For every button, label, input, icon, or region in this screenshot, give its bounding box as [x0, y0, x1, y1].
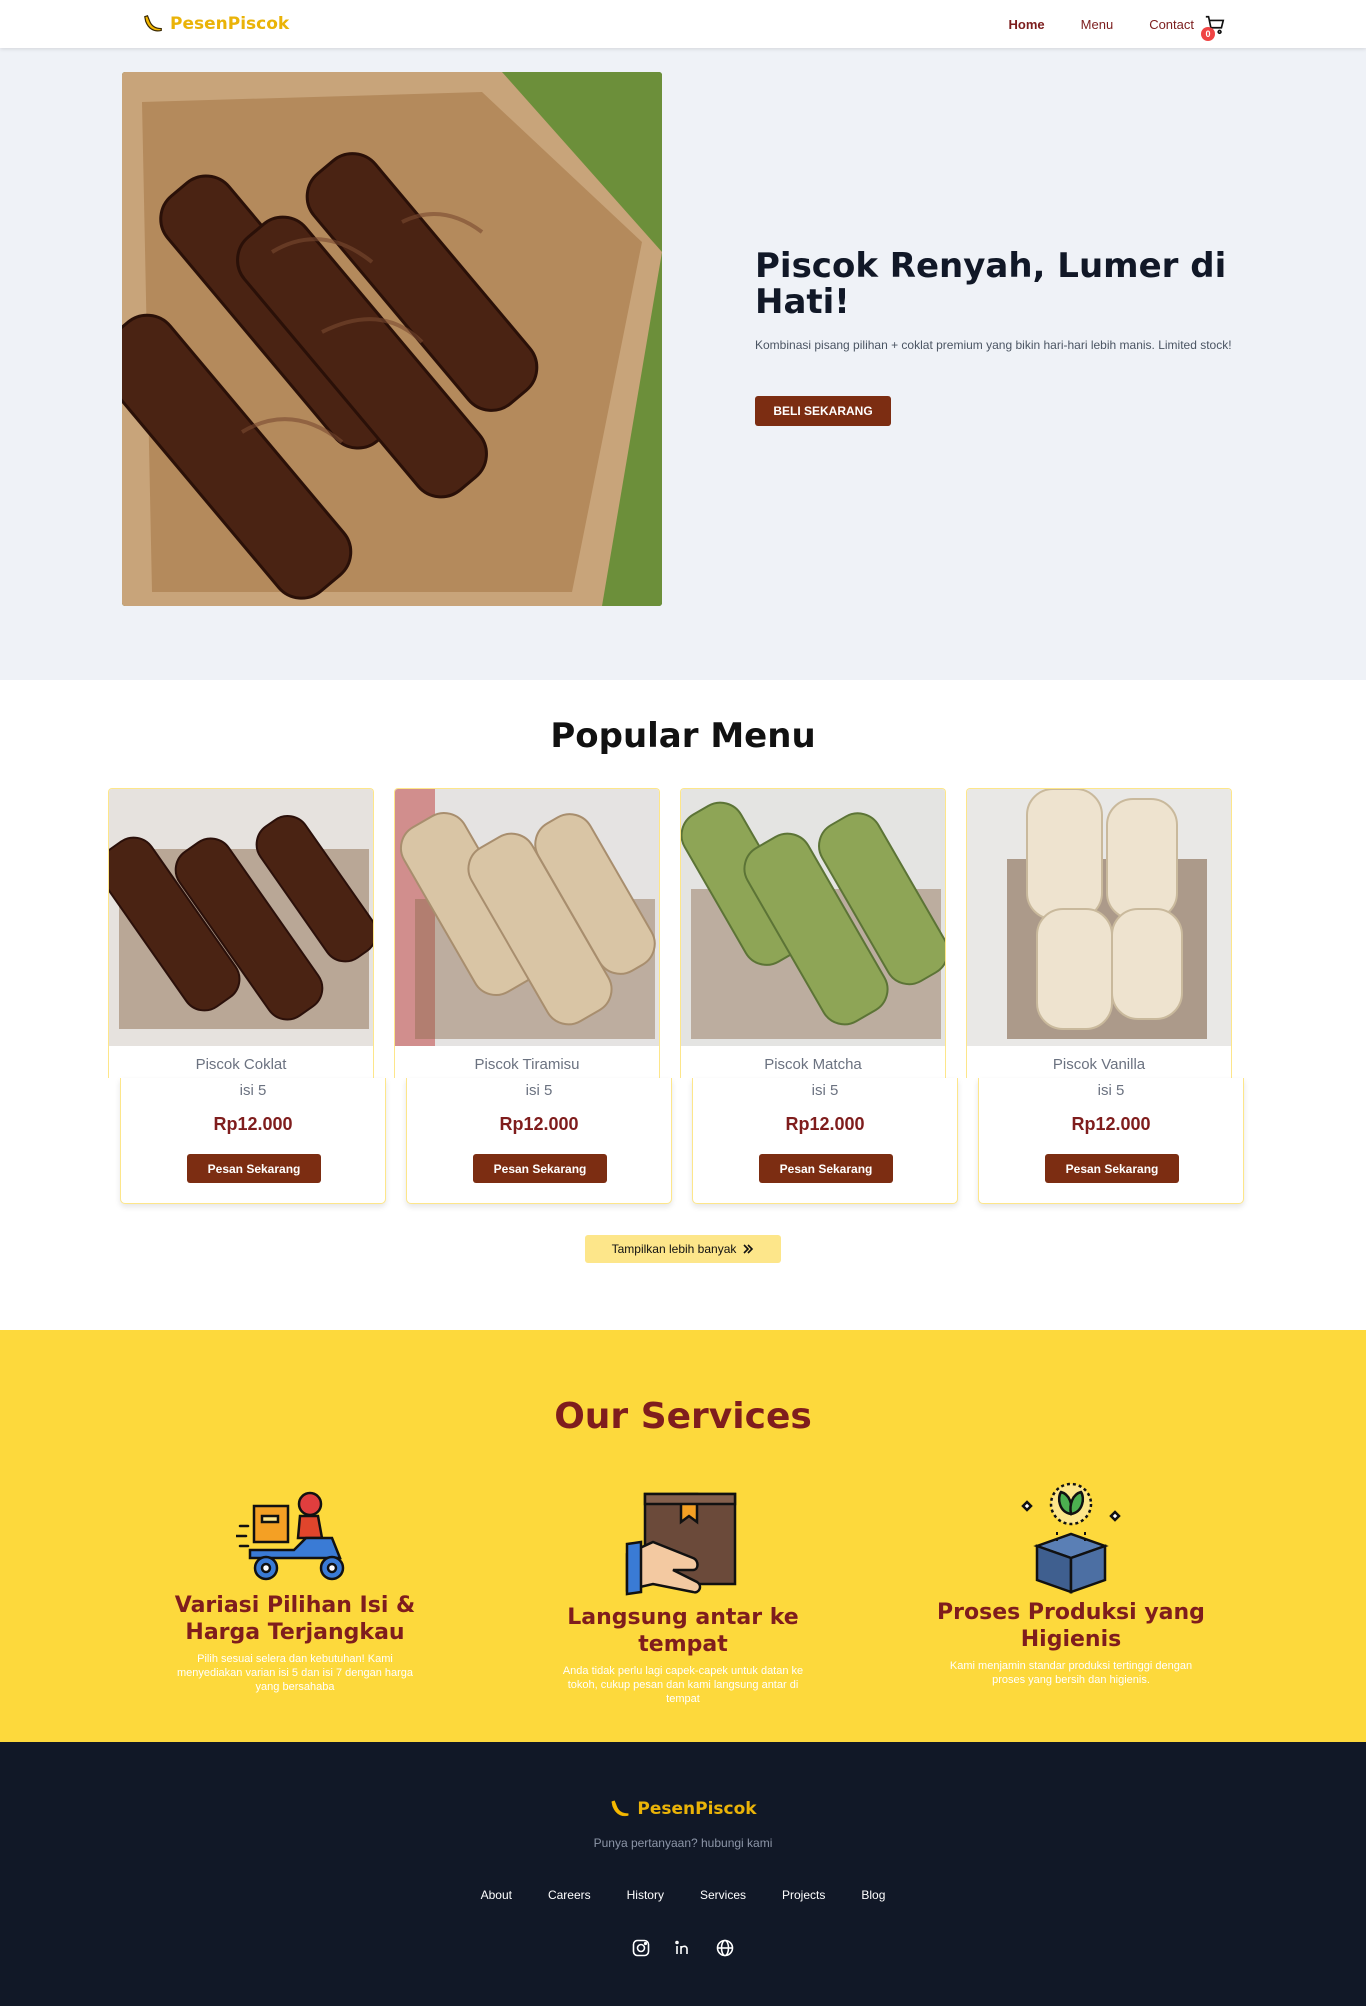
package-hand-icon — [625, 1492, 737, 1596]
menu-card-image — [966, 788, 1232, 1046]
nav-link-menu[interactable]: Menu — [1081, 17, 1114, 32]
menu-card-image — [108, 788, 374, 1046]
brand-logo[interactable]: PesenPiscok — [142, 13, 289, 35]
cart-count-badge: 0 — [1201, 27, 1215, 41]
linkedin-icon[interactable] — [673, 1938, 693, 1958]
instagram-icon[interactable] — [631, 1938, 651, 1958]
menu-card-image — [394, 788, 660, 1046]
footer-link-careers[interactable]: Careers — [548, 1888, 591, 1902]
nav-link-contact[interactable]: Contact — [1149, 17, 1194, 32]
hero-section: Piscok Renyah, Lumer di Hati! Kombinasi … — [0, 48, 1366, 680]
menu-card-name: Piscok Matcha — [764, 1056, 862, 1073]
service-title: Langsung antar ke tempat — [567, 1605, 799, 1657]
footer-link-blog[interactable]: Blog — [861, 1888, 885, 1902]
service-card-delivery: Langsung antar ke tempat Anda tidak perl… — [533, 1604, 833, 1706]
footer-brand[interactable]: PesenPiscok — [0, 1798, 1366, 1820]
order-button[interactable]: Pesan Sekarang — [759, 1154, 893, 1183]
delivery-scooter-icon — [236, 1491, 345, 1581]
menu-card-price: Rp12.000 — [499, 1114, 579, 1134]
footer-social — [0, 1938, 1366, 1958]
nav-links: Home Menu Contact — [1009, 17, 1194, 32]
services-section: Our Services Variasi Pilihan Isi & Harga… — [0, 1330, 1366, 1742]
services-title: Our Services — [554, 1396, 812, 1437]
order-button[interactable]: Pesan Sekarang — [187, 1154, 321, 1183]
menu-card-qty: isi 5 — [525, 1082, 553, 1099]
menu-card-qty: isi 5 — [1097, 1082, 1125, 1099]
service-description: Anda tidak perlu lagi capek-capek untuk … — [562, 1665, 804, 1705]
footer-tagline: Punya pertanyaan? hubungi kami — [593, 1836, 773, 1850]
order-button[interactable]: Pesan Sekarang — [473, 1154, 607, 1183]
service-card-variety: Variasi Pilihan Isi & Harga Terjangkau P… — [145, 1592, 445, 1694]
nav-link-home[interactable]: Home — [1009, 17, 1045, 32]
footer-link-about[interactable]: About — [481, 1888, 512, 1902]
menu-card-qty: isi 5 — [239, 1082, 267, 1099]
show-more-label: Tampilkan lebih banyak — [611, 1242, 737, 1256]
show-more-button[interactable]: Tampilkan lebih banyak — [585, 1235, 781, 1263]
popular-menu-title: Popular Menu — [550, 716, 816, 756]
footer: PesenPiscok Punya pertanyaan? hubungi ka… — [0, 1742, 1366, 2006]
footer-link-history[interactable]: History — [627, 1888, 664, 1902]
service-description: Kami menjamin standar produksi tertinggi… — [949, 1660, 1193, 1686]
menu-card-qty: isi 5 — [811, 1082, 839, 1099]
menu-card-name: Piscok Vanilla — [1052, 1056, 1146, 1073]
footer-link-projects[interactable]: Projects — [782, 1888, 825, 1902]
footer-link-services[interactable]: Services — [700, 1888, 746, 1902]
brand-name: PesenPiscok — [170, 14, 290, 34]
menu-card-price: Rp12.000 — [1071, 1114, 1151, 1134]
hero-image — [122, 72, 662, 606]
buy-now-button[interactable]: BELI SEKARANG — [755, 396, 891, 426]
hero-title: Piscok Renyah, Lumer di Hati! — [755, 246, 1227, 322]
globe-icon[interactable] — [715, 1938, 735, 1958]
menu-card-name: Piscok Coklat — [195, 1056, 287, 1073]
popular-menu-section: Popular Menu Piscok Coklat isi 5 Rp12.00… — [0, 680, 1366, 1330]
service-title: Proses Produksi yang Higienis — [937, 1600, 1205, 1652]
chevron-double-right-icon — [743, 1244, 754, 1254]
hero-description: Kombinasi pisang pilihan + coklat premiu… — [755, 338, 1232, 352]
service-card-hygiene: Proses Produksi yang Higienis Kami menja… — [921, 1599, 1221, 1687]
service-description: Pilih sesuai selera dan kebutuhan! Kami … — [176, 1653, 414, 1693]
menu-card-name: Piscok Tiramisu — [474, 1056, 580, 1073]
menu-card-price: Rp12.000 — [213, 1114, 293, 1134]
menu-card-image — [680, 788, 946, 1046]
banana-icon — [144, 15, 162, 32]
footer-links: About Careers History Services Projects … — [0, 1888, 1366, 1902]
eco-box-icon — [1021, 1482, 1121, 1594]
footer-brand-name: PesenPiscok — [637, 1799, 757, 1819]
navbar: PesenPiscok Home Menu Contact 0 — [0, 0, 1366, 48]
order-button[interactable]: Pesan Sekarang — [1045, 1154, 1179, 1183]
menu-card-price: Rp12.000 — [785, 1114, 865, 1134]
banana-icon — [611, 1800, 629, 1817]
service-title: Variasi Pilihan Isi & Harga Terjangkau — [174, 1593, 416, 1645]
